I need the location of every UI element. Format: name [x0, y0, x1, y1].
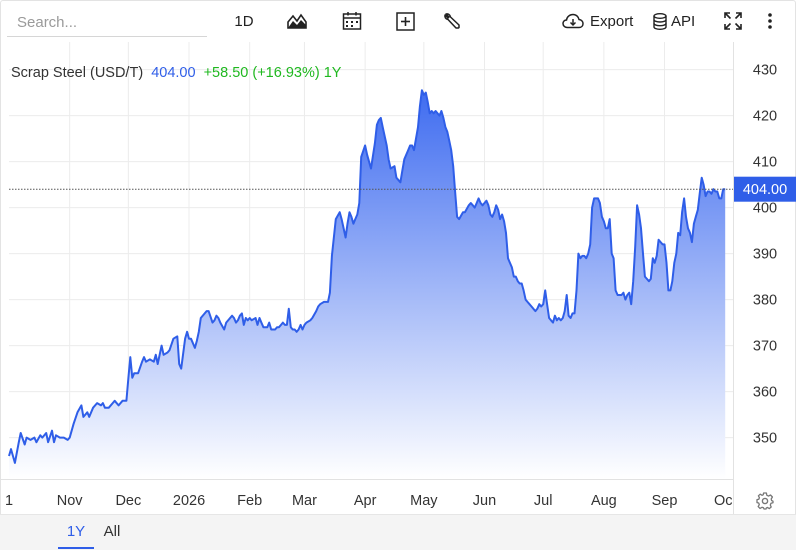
api-button[interactable]: API — [653, 8, 701, 34]
more-options-button[interactable] — [762, 8, 778, 34]
x-tick-label: Apr — [354, 493, 377, 509]
y-tick-label: 390 — [753, 247, 777, 263]
export-label: Export — [590, 12, 634, 30]
x-tick-label: Jun — [473, 493, 496, 509]
range-label-1y: 1Y — [66, 523, 86, 540]
chart-type-icon — [287, 13, 307, 29]
y-axis: 350 360 370 380 390 400 410 420 430 — [753, 63, 777, 447]
y-tick-label: 370 — [753, 339, 777, 355]
date-range-button[interactable] — [341, 8, 363, 34]
more-vertical-icon — [768, 13, 772, 29]
cloud-download-icon — [562, 13, 584, 29]
toolbar: 1D Export — [0, 0, 796, 42]
y-tick-label: 420 — [753, 109, 777, 125]
calendar-icon — [342, 12, 362, 30]
wrench-icon — [444, 13, 460, 29]
settings-gear-icon[interactable] — [756, 492, 774, 510]
x-tick-label: Dec — [115, 493, 141, 509]
api-label: API — [671, 12, 696, 30]
x-tick-label: Oc — [714, 493, 733, 509]
y-tick-label: 360 — [753, 385, 777, 401]
database-icon — [653, 12, 667, 30]
x-tick-label: Aug — [591, 493, 617, 509]
last-price-value: 404.00 — [743, 182, 787, 198]
x-tick-label: Feb — [237, 493, 262, 509]
x-tick-label: Jul — [534, 493, 553, 509]
x-axis: 1 Nov Dec 2026 Feb Mar Apr May Jun Jul Aug Sep Oc — [5, 493, 733, 509]
x-tick-label: 2026 — [173, 493, 205, 509]
chart-type-button[interactable] — [286, 8, 308, 34]
interval-label: 1D — [234, 12, 254, 30]
y-tick-label: 380 — [753, 293, 777, 309]
y-tick-label: 400 — [753, 201, 777, 217]
add-icon — [395, 11, 415, 31]
y-tick-label: 410 — [753, 155, 777, 171]
range-selector: 1Y All — [0, 514, 796, 550]
x-tick-label: Sep — [652, 493, 678, 509]
range-label-all: All — [103, 523, 121, 540]
x-tick-label: Nov — [57, 493, 84, 509]
x-tick-label: 1 — [5, 493, 13, 509]
last-price-label: 404.00 — [734, 176, 796, 202]
y-tick-label: 430 — [753, 63, 777, 79]
search-input[interactable] — [7, 9, 207, 37]
header-price: 404.00 — [151, 65, 195, 81]
range-button-1y[interactable]: 1Y — [58, 523, 94, 549]
fullscreen-icon — [724, 12, 742, 30]
add-indicator-button[interactable] — [394, 8, 416, 34]
header-change: +58.50 (+16.93%) 1Y — [204, 65, 342, 81]
chart-header: Scrap Steel (USD/T) 404.00 +58.50 (+16.9… — [11, 65, 342, 81]
fullscreen-button[interactable] — [723, 8, 743, 34]
series-name: Scrap Steel (USD/T) — [11, 65, 143, 81]
price-chart[interactable]: 350 360 370 380 390 400 410 420 430 1 Nov Dec 2026 F… — [0, 42, 796, 514]
interval-button[interactable]: 1D — [231, 8, 257, 34]
y-tick-label: 350 — [753, 431, 777, 447]
tools-button[interactable] — [441, 8, 463, 34]
price-area — [9, 90, 726, 480]
export-button[interactable]: Export — [562, 8, 634, 34]
x-tick-label: Mar — [292, 493, 317, 509]
range-button-all[interactable]: All — [98, 523, 126, 549]
x-tick-label: May — [410, 493, 438, 509]
